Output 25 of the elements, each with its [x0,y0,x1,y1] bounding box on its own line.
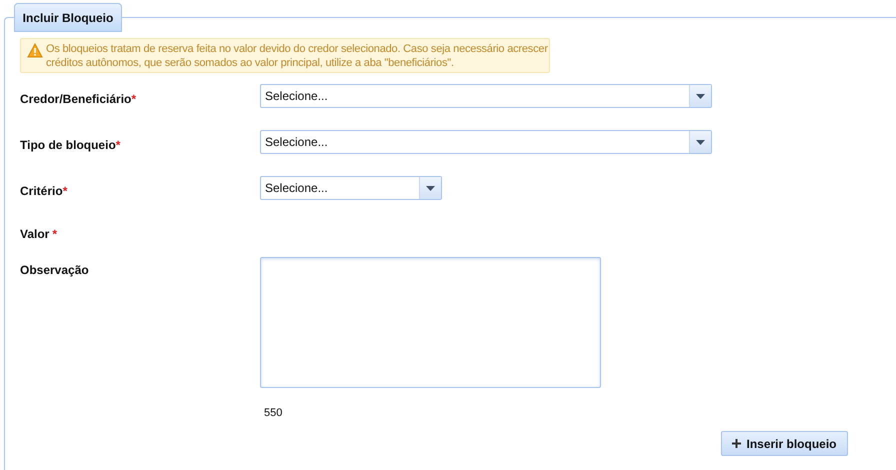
select-field[interactable]: Selecione... [260,176,442,200]
select-value: Selecione... [264,134,329,151]
dropdown-arrow-icon [696,140,705,144]
panel-tab[interactable]: Incluir Bloqueio [14,3,122,32]
select-value: Selecione... [264,180,329,197]
field-label: Critério [20,184,63,198]
field-label: Observação [20,263,89,277]
insert-block-button[interactable]: Inserir bloqueio [721,431,848,456]
alert-message: Os bloqueios tratam de reserva feita no valor devido do credor selecionado. Caso seja necessário acrescer créditos autônomos, que serão somados ao valor principal, utilize a aba "beneficiários". [46,42,549,70]
warning-icon [27,43,43,58]
select-field[interactable]: Selecione... [260,130,712,154]
select-value: Selecione... [264,88,329,105]
dropdown-arrow-icon [426,186,435,190]
required-marker: * [116,138,120,152]
field-label: Credor/Beneficiário [20,92,132,106]
required-marker: * [62,184,68,198]
required-marker: * [52,227,58,241]
observation-textarea[interactable] [260,257,601,388]
plus-icon [732,439,742,448]
dropdown-arrow-icon [696,94,705,98]
field-label: Tipo de bloqueio [20,138,116,152]
field-label: Valor [20,227,50,241]
select-field[interactable]: Selecione... [260,84,712,108]
character-counter: 550 [264,406,284,421]
required-marker: * [131,92,136,106]
